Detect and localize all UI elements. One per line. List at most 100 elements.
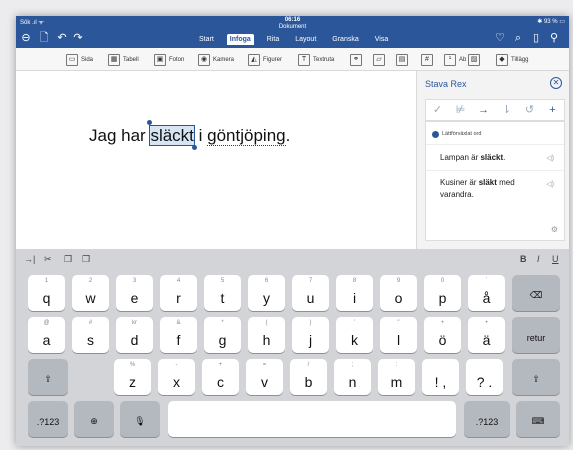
undo-icon[interactable]: ↶ — [56, 32, 68, 44]
back-icon[interactable]: ⊖ — [20, 32, 32, 44]
space-key[interactable] — [168, 401, 456, 437]
key-n[interactable]: ; n — [334, 359, 371, 395]
add-person-icon[interactable]: ⚲ — [548, 32, 560, 44]
check-icon[interactable]: ✓ — [426, 100, 449, 120]
ribbon-item-figurer[interactable]: ◭ Figurer — [248, 54, 282, 66]
tab-start[interactable]: Start — [196, 34, 217, 45]
document-canvas[interactable]: Jag har släckt i göntjöping. — [16, 71, 416, 249]
return-key[interactable]: retur — [512, 317, 560, 353]
document-line[interactable]: Jag har släckt i göntjöping. — [89, 120, 290, 150]
search-icon[interactable]: ⌕ — [512, 32, 524, 44]
paste-icon[interactable]: ❒ — [82, 254, 90, 265]
suggestion-item[interactable]: Kusiner är släkt med varandra. ◁) — [426, 170, 564, 207]
ribbon-item-kamera[interactable]: ◉ Kamera — [198, 54, 234, 66]
key-q[interactable]: 1q — [28, 275, 65, 311]
hide-keyboard-key[interactable]: ⌨ — [516, 401, 560, 437]
key-w[interactable]: 2w — [72, 275, 109, 311]
globe-key[interactable]: ⊕ — [74, 401, 114, 437]
redo-icon[interactable]: ↷ — [72, 32, 84, 44]
key-b[interactable]: / b — [290, 359, 327, 395]
microphone-key[interactable]: 🎙 — [120, 401, 160, 437]
tab-rita[interactable]: Rita — [264, 34, 282, 45]
misspelled-word[interactable]: göntjöping — [207, 126, 286, 146]
ribbon-item-image[interactable]: ▨ — [468, 54, 480, 66]
underline-button[interactable]: U — [552, 254, 559, 264]
tab-icon[interactable]: →| — [24, 254, 35, 264]
undo-icon[interactable]: ↺ — [518, 100, 541, 120]
key-s[interactable]: # s — [72, 317, 109, 353]
ribbon-item-link[interactable]: ⚭ — [350, 54, 362, 66]
key-ö[interactable]: + ö — [424, 317, 461, 353]
scissors-icon[interactable]: ✂ — [44, 254, 52, 265]
list-icon[interactable]: ⇂ — [495, 100, 518, 120]
key-f[interactable]: & f — [160, 317, 197, 353]
lightbulb-icon[interactable]: ♡ — [494, 32, 506, 44]
ribbon-item-number[interactable]: # — [421, 54, 433, 66]
key-ä[interactable]: • ä — [468, 317, 505, 353]
textbox-icon: T — [298, 54, 310, 66]
key-punct[interactable]: ? . — [466, 359, 503, 395]
tab-granska[interactable]: Granska — [329, 34, 361, 45]
key-j[interactable]: ) j — [292, 317, 329, 353]
key-r[interactable]: 4r — [160, 275, 197, 311]
backspace-key[interactable]: ⌫ — [512, 275, 560, 311]
suggestion-post: . — [503, 153, 506, 162]
key-x[interactable]: -x — [158, 359, 195, 395]
key-g[interactable]: * g — [204, 317, 241, 353]
suggestion-item[interactable]: Lampan är släckt. ◁) — [426, 144, 564, 171]
key-v[interactable]: = v — [246, 359, 283, 395]
bold-button[interactable]: B — [520, 254, 527, 264]
key-a[interactable]: @ a — [28, 317, 65, 353]
shift-key[interactable]: ⇧ — [28, 359, 68, 395]
copy-icon[interactable]: ❐ — [64, 254, 72, 265]
key-label: ⊕ — [90, 416, 98, 426]
tab-layout[interactable]: Layout — [292, 34, 319, 45]
key-t[interactable]: 5t — [204, 275, 241, 311]
ribbon-item-header[interactable]: ▤ — [396, 54, 408, 66]
numbers-key[interactable]: .?123 — [464, 401, 510, 437]
key-k[interactable]: ' k — [336, 317, 373, 353]
share-icon[interactable]: ▯ — [530, 32, 542, 44]
tab-visa[interactable]: Visa — [372, 34, 392, 45]
key-m[interactable]: :m — [378, 359, 415, 395]
key-y[interactable]: 6y — [248, 275, 285, 311]
key-p[interactable]: 0p — [424, 275, 461, 311]
ribbon-item-sida[interactable]: ▭ Sida — [66, 54, 93, 66]
close-icon[interactable]: ✕ — [550, 77, 562, 89]
ribbon-item-textruta[interactable]: T Textruta — [298, 54, 334, 66]
ribbon-item-ab[interactable]: ¹ Ab — [444, 54, 466, 66]
add-icon[interactable]: + — [541, 100, 564, 120]
key-punct[interactable]: ! , — [422, 359, 459, 395]
key-u[interactable]: 7u — [292, 275, 329, 311]
gear-icon[interactable]: ⚙ — [551, 225, 558, 234]
key-z[interactable]: % z — [114, 359, 151, 395]
key-h[interactable]: (h — [248, 317, 285, 353]
selection-handle-end[interactable] — [191, 145, 197, 150]
ribbon-item-tillägg[interactable]: ◆ Tillägg — [496, 54, 528, 66]
next-arrow-icon[interactable]: → — [472, 100, 495, 120]
file-icon[interactable]: 🗋 — [38, 32, 50, 44]
key-label: h — [262, 332, 271, 348]
key-o[interactable]: 9o — [380, 275, 417, 311]
key-c[interactable]: + c — [202, 359, 239, 395]
tab-infoga[interactable]: Infoga — [226, 34, 254, 45]
ribbon-item-comment[interactable]: ▱ — [373, 54, 385, 66]
key-label: ⌫ — [529, 290, 543, 300]
speaker-icon[interactable]: ◁) — [546, 154, 554, 162]
key-e[interactable]: 3e — [116, 275, 153, 311]
key-alt-label: " — [397, 320, 400, 326]
selected-word[interactable]: släckt — [147, 120, 197, 150]
key-l[interactable]: " l — [380, 317, 417, 353]
key-d[interactable]: kr d — [116, 317, 153, 353]
key-å[interactable]: ´ å — [468, 275, 505, 311]
ribbon-item-tabell[interactable]: ▦ Tabell — [108, 54, 139, 66]
selection-handle-start[interactable] — [147, 120, 153, 125]
page-icon: ▭ — [66, 54, 78, 66]
key-i[interactable]: 8i — [336, 275, 373, 311]
shift-key[interactable]: ⇧ — [512, 359, 560, 395]
ignore-icon[interactable]: ⊭ — [449, 100, 472, 120]
numbers-key[interactable]: .?123 — [28, 401, 68, 437]
speaker-icon[interactable]: ◁) — [546, 180, 554, 188]
italic-button[interactable]: I — [537, 254, 540, 264]
ribbon-item-foton[interactable]: ▣ Foton — [154, 54, 184, 66]
